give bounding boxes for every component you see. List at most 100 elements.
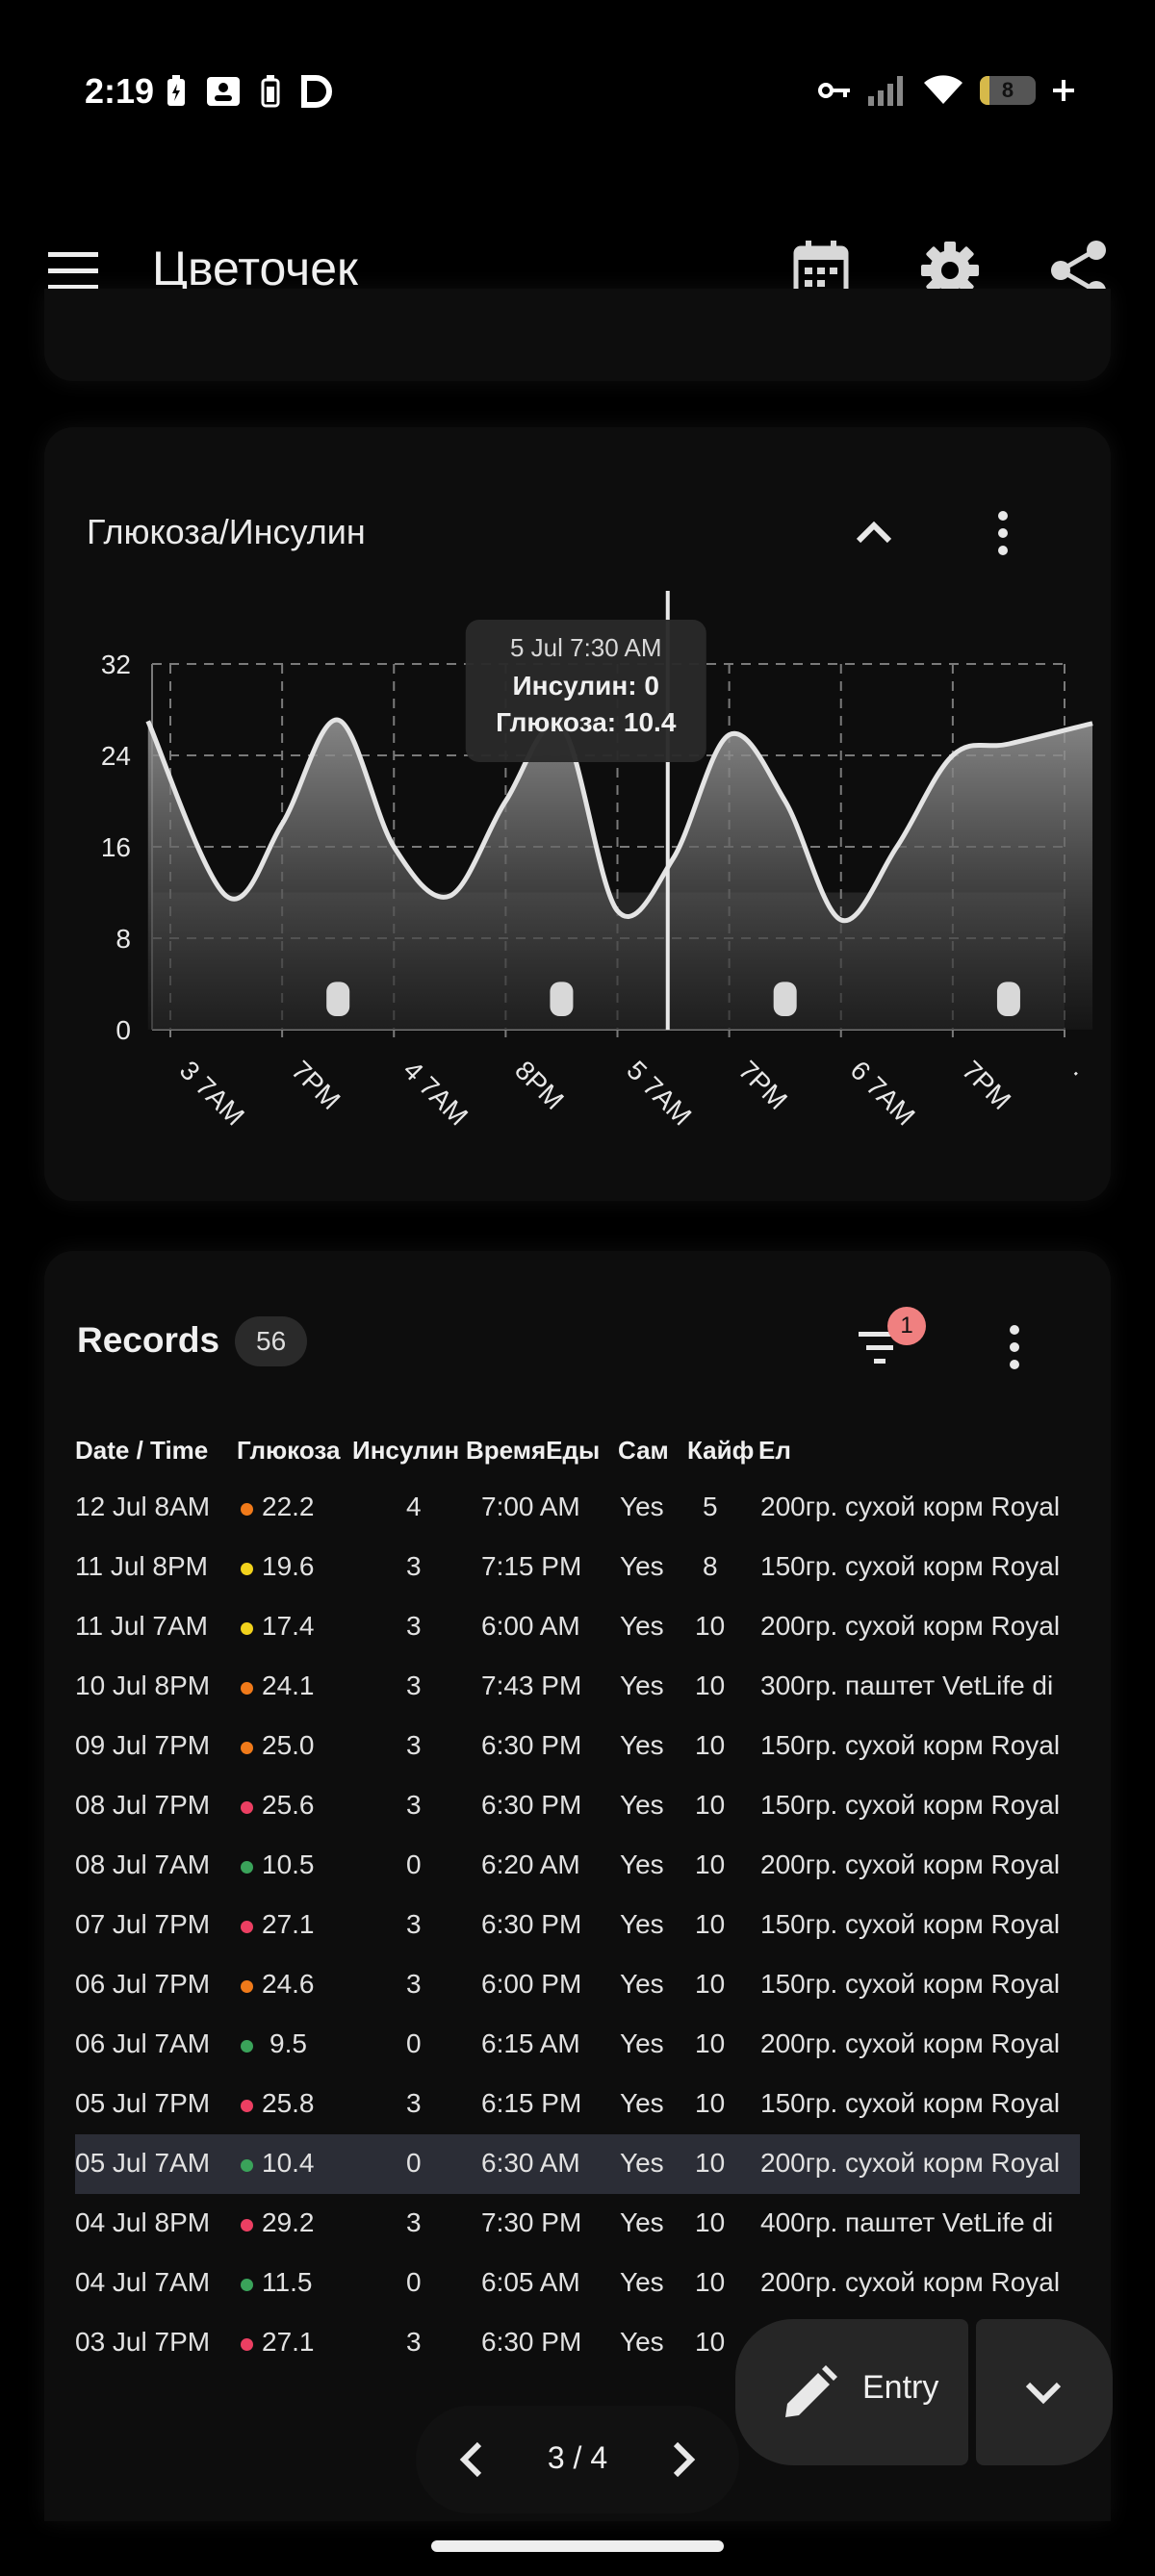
cell-glucose: 29.2 bbox=[262, 2207, 315, 2237]
cell-date: 04 Jul 7AM bbox=[75, 2267, 211, 2297]
table-row[interactable]: 08 Jul 7AM 10.5 0 6:20 AM Yes 10 200гр. сухой … bbox=[75, 1836, 1080, 1896]
cell-joy: 10 bbox=[695, 1790, 726, 1820]
column-header-insulin[interactable]: Инсулин bbox=[352, 1436, 459, 1466]
cell-self: Yes bbox=[620, 1849, 664, 1879]
table-row[interactable]: 04 Jul 7AM 11.5 0 6:05 AM Yes 10 200гр. сухой … bbox=[75, 2254, 1080, 2313]
cell-insulin: 3 bbox=[406, 1909, 422, 1939]
entry-options-button[interactable] bbox=[976, 2319, 1113, 2465]
chevron-right-icon bbox=[673, 2441, 696, 2478]
status-time: 2:19 bbox=[85, 71, 155, 111]
table-row[interactable]: 11 Jul 7AM 17.4 3 6:00 AM Yes 10 200гр. сухой … bbox=[75, 1597, 1080, 1657]
table-row[interactable]: 11 Jul 8PM 19.6 3 7:15 PM Yes 8 150гр. сухой к… bbox=[75, 1538, 1080, 1597]
column-header-self[interactable]: Сам bbox=[618, 1436, 669, 1466]
cell-date: 10 Jul 8PM bbox=[75, 1671, 211, 1700]
cell-insulin: 3 bbox=[406, 2088, 422, 2118]
home-indicator[interactable] bbox=[431, 2540, 724, 2552]
vpn-key-icon bbox=[818, 83, 850, 98]
chevron-down-icon bbox=[1025, 2382, 1062, 2405]
cell-meal-time: 6:05 AM bbox=[481, 2267, 580, 2297]
column-header-joy[interactable]: Кайф bbox=[687, 1436, 754, 1466]
cell-date: 07 Jul 7PM bbox=[75, 1909, 211, 1939]
x-tick-label: 4 7AM bbox=[398, 1055, 474, 1131]
cell-date: 08 Jul 7PM bbox=[75, 1790, 211, 1820]
x-tick-label: 7PM bbox=[732, 1055, 793, 1115]
filter-count-badge: 1 bbox=[887, 1307, 926, 1345]
insulin-bar bbox=[773, 982, 797, 1016]
cell-self: Yes bbox=[620, 1909, 664, 1939]
cell-meal-time: 6:30 PM bbox=[481, 1730, 582, 1760]
y-tick-label: 0 bbox=[116, 1015, 131, 1045]
glucose-insulin-chart[interactable]: 0 8 16 24 32 3 7AM 7PM 4 7AM 8PM 5 7AM 7PM 6 7AM 7PM… bbox=[44, 427, 1111, 1201]
table-row[interactable]: 06 Jul 7PM 24.6 3 6:00 PM Yes 10 150гр. сухой … bbox=[75, 1955, 1080, 2015]
cell-food: 400гр. паштет VetLife di bbox=[760, 2207, 1054, 2237]
glucose-level-dot bbox=[241, 1921, 253, 1933]
column-header-date[interactable]: Date / Time bbox=[75, 1436, 208, 1466]
cell-joy: 10 bbox=[695, 1671, 726, 1700]
battery-saver-icon bbox=[261, 75, 280, 108]
cell-joy: 10 bbox=[695, 2028, 726, 2058]
cell-meal-time: 6:00 PM bbox=[481, 1969, 582, 1999]
table-row[interactable]: 04 Jul 8PM 29.2 3 7:30 PM Yes 10 400гр. паштет… bbox=[75, 2194, 1080, 2254]
cell-date: 06 Jul 7PM bbox=[75, 1969, 211, 1999]
table-row[interactable]: 05 Jul 7AM 10.4 0 6:30 AM Yes 10 200гр. сухой … bbox=[75, 2134, 1080, 2194]
next-page-button[interactable] bbox=[653, 2431, 710, 2488]
new-entry-button[interactable]: Entry bbox=[735, 2319, 968, 2465]
cell-self: Yes bbox=[620, 1492, 664, 1521]
cell-date: 11 Jul 7AM bbox=[75, 1611, 208, 1641]
cell-self: Yes bbox=[620, 1611, 664, 1641]
cell-glucose: 27.1 bbox=[262, 2327, 315, 2357]
x-tick-label: 7PM bbox=[957, 1055, 1017, 1115]
cell-glucose: 9.5 bbox=[270, 2028, 307, 2058]
cell-joy: 10 bbox=[695, 1849, 726, 1879]
cell-self: Yes bbox=[620, 2207, 664, 2237]
records-count-badge: 56 bbox=[235, 1316, 308, 1366]
table-row[interactable]: 12 Jul 8AM 22.2 4 7:00 AM Yes 5 200гр. сухой к… bbox=[75, 1478, 1080, 1538]
cell-glucose: 11.5 bbox=[262, 2267, 313, 2297]
glucose-insulin-card: Глюкоза/Инсулин 0 8 16 24 32 3 7AM 7PM 4 7AM 8PM… bbox=[44, 427, 1111, 1201]
cell-joy: 10 bbox=[695, 2088, 726, 2118]
glucose-level-dot bbox=[241, 2100, 253, 2112]
glucose-level-dot bbox=[241, 1980, 253, 1993]
cell-self: Yes bbox=[620, 1551, 664, 1581]
cell-insulin: 3 bbox=[406, 1611, 422, 1641]
table-row[interactable]: 05 Jul 7PM 25.8 3 6:15 PM Yes 10 150гр. сухой … bbox=[75, 2075, 1080, 2134]
cell-food: 200гр. сухой корм Royal bbox=[760, 1611, 1061, 1641]
table-row[interactable]: 09 Jul 7PM 25.0 3 6:30 PM Yes 10 150гр. сухой … bbox=[75, 1717, 1080, 1776]
y-tick-label: 24 bbox=[101, 741, 131, 771]
cell-self: Yes bbox=[620, 2267, 664, 2297]
insulin-bar bbox=[996, 982, 1020, 1016]
x-tick-label: 3 7AM bbox=[174, 1055, 250, 1131]
battery-indicator: 8 bbox=[980, 76, 1036, 105]
column-header-food[interactable]: Ел bbox=[758, 1436, 791, 1466]
cell-joy: 8 bbox=[703, 1551, 718, 1581]
menu-icon bbox=[48, 252, 98, 290]
glucose-level-dot bbox=[241, 2159, 253, 2172]
cell-meal-time: 6:00 AM bbox=[481, 1611, 580, 1641]
table-header: Date / Time Глюкоза Инсулин ВремяЕды Сам… bbox=[75, 1424, 1080, 1478]
cell-food: 200гр. сухой корм Royal bbox=[760, 1849, 1061, 1879]
cell-meal-time: 6:30 PM bbox=[481, 1790, 582, 1820]
cell-insulin: 3 bbox=[406, 1790, 422, 1820]
cell-joy: 10 bbox=[695, 1611, 726, 1641]
x-tick-label: 8PM bbox=[509, 1055, 570, 1115]
table-row[interactable]: 07 Jul 7PM 27.1 3 6:30 PM Yes 10 150гр. сухой … bbox=[75, 1896, 1080, 1955]
column-header-glucose[interactable]: Глюкоза bbox=[237, 1436, 340, 1466]
table-row[interactable]: 08 Jul 7PM 25.6 3 6:30 PM Yes 10 150гр. сухой … bbox=[75, 1776, 1080, 1836]
cell-date: 09 Jul 7PM bbox=[75, 1730, 211, 1760]
column-header-meal-time[interactable]: ВремяЕды bbox=[466, 1436, 600, 1466]
cell-food: 200гр. сухой корм Royal bbox=[760, 2267, 1061, 2297]
glucose-level-dot bbox=[241, 1801, 253, 1814]
cell-meal-time: 6:30 PM bbox=[481, 2327, 582, 2357]
tooltip-glucose: Глюкоза: 10.4 bbox=[496, 707, 677, 737]
table-row[interactable]: 10 Jul 8PM 24.1 3 7:43 PM Yes 10 300гр. паштет… bbox=[75, 1657, 1080, 1717]
cell-meal-time: 7:43 PM bbox=[481, 1671, 582, 1700]
cell-insulin: 0 bbox=[406, 2267, 422, 2297]
table-row[interactable]: 06 Jul 7AM 9.5 0 6:15 AM Yes 10 200гр. сухой к… bbox=[75, 2015, 1080, 2075]
plus-icon bbox=[1053, 80, 1074, 101]
records-more-button[interactable] bbox=[986, 1318, 1043, 1376]
cell-glucose: 17.4 bbox=[262, 1611, 315, 1641]
cell-joy: 10 bbox=[695, 1730, 726, 1760]
contact-card-icon bbox=[207, 77, 240, 106]
status-right-icons: 8 bbox=[818, 75, 1074, 106]
records-title: Records bbox=[77, 1320, 220, 1360]
